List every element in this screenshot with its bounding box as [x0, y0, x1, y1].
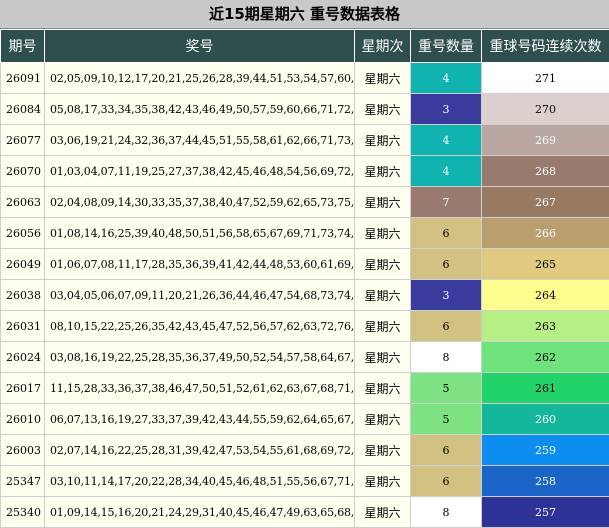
numbers-cell: 02,05,09,10,12,17,20,21,25,26,28,39,44,5… — [45, 63, 355, 94]
table-container: 近15期星期六 重号数据表格 期号 奖号 星期次 重号数量 重球号码连续次数 2… — [0, 0, 609, 527]
period-cell: 26049 — [1, 249, 45, 280]
repeat-count-cell: 6 — [411, 218, 482, 249]
period-cell: 25347 — [1, 466, 45, 497]
numbers-cell: 01,08,14,16,25,39,40,48,50,51,56,58,65,6… — [45, 218, 355, 249]
streak-cell: 261 — [482, 373, 609, 404]
numbers-cell: 11,15,28,33,36,37,38,46,47,50,51,52,61,6… — [45, 373, 355, 404]
table-header-row: 期号 奖号 星期次 重号数量 重球号码连续次数 — [1, 30, 609, 63]
streak-cell: 259 — [482, 435, 609, 466]
numbers-cell: 02,07,14,16,22,25,28,31,39,42,47,53,54,5… — [45, 435, 355, 466]
table-row: 2603803,04,05,06,07,09,11,20,21,26,36,44… — [1, 280, 609, 311]
period-cell: 25340 — [1, 497, 45, 528]
weekday-cell: 星期六 — [355, 435, 411, 466]
streak-cell: 260 — [482, 404, 609, 435]
streak-cell: 270 — [482, 94, 609, 125]
streak-cell: 266 — [482, 218, 609, 249]
weekday-cell: 星期六 — [355, 311, 411, 342]
weekday-cell: 星期六 — [355, 497, 411, 528]
table-row: 2607703,06,19,21,24,32,36,37,44,45,51,55… — [1, 125, 609, 156]
table-row: 2605601,08,14,16,25,39,40,48,50,51,56,58… — [1, 218, 609, 249]
weekday-cell: 星期六 — [355, 280, 411, 311]
table-row: 2606302,04,08,09,14,30,33,35,37,38,40,47… — [1, 187, 609, 218]
repeat-count-cell: 7 — [411, 187, 482, 218]
header-repeat-count: 重号数量 — [411, 30, 482, 63]
period-cell: 26070 — [1, 156, 45, 187]
numbers-cell: 01,03,04,07,11,19,25,27,37,38,42,45,46,4… — [45, 156, 355, 187]
weekday-cell: 星期六 — [355, 156, 411, 187]
repeat-count-cell: 5 — [411, 404, 482, 435]
repeat-count-cell: 3 — [411, 94, 482, 125]
table-row: 2601711,15,28,33,36,37,38,46,47,50,51,52… — [1, 373, 609, 404]
numbers-cell: 03,04,05,06,07,09,11,20,21,26,36,44,46,4… — [45, 280, 355, 311]
repeat-count-cell: 4 — [411, 125, 482, 156]
weekday-cell: 星期六 — [355, 187, 411, 218]
header-period: 期号 — [1, 30, 45, 63]
period-cell: 26091 — [1, 63, 45, 94]
weekday-cell: 星期六 — [355, 404, 411, 435]
period-cell: 26084 — [1, 94, 45, 125]
weekday-cell: 星期六 — [355, 373, 411, 404]
period-cell: 26031 — [1, 311, 45, 342]
numbers-cell: 02,04,08,09,14,30,33,35,37,38,40,47,52,5… — [45, 187, 355, 218]
streak-cell: 257 — [482, 497, 609, 528]
weekday-cell: 星期六 — [355, 125, 411, 156]
numbers-cell: 03,06,19,21,24,32,36,37,44,45,51,55,58,6… — [45, 125, 355, 156]
repeat-count-cell: 5 — [411, 373, 482, 404]
repeat-count-cell: 6 — [411, 435, 482, 466]
page-title: 近15期星期六 重号数据表格 — [0, 0, 609, 29]
weekday-cell: 星期六 — [355, 63, 411, 94]
header-weekday: 星期次 — [355, 30, 411, 63]
repeat-count-cell: 4 — [411, 63, 482, 94]
repeat-count-cell: 4 — [411, 156, 482, 187]
numbers-cell: 01,09,14,15,16,20,21,24,29,31,40,45,46,4… — [45, 497, 355, 528]
weekday-cell: 星期六 — [355, 94, 411, 125]
streak-cell: 262 — [482, 342, 609, 373]
period-cell: 26056 — [1, 218, 45, 249]
weekday-cell: 星期六 — [355, 218, 411, 249]
streak-cell: 269 — [482, 125, 609, 156]
header-streak: 重球号码连续次数 — [482, 30, 609, 63]
period-cell: 26077 — [1, 125, 45, 156]
period-cell: 26003 — [1, 435, 45, 466]
streak-cell: 263 — [482, 311, 609, 342]
table-row: 2534001,09,14,15,16,20,21,24,29,31,40,45… — [1, 497, 609, 528]
streak-cell: 268 — [482, 156, 609, 187]
table-row: 2608405,08,17,33,34,35,38,42,43,46,49,50… — [1, 94, 609, 125]
repeat-count-cell: 6 — [411, 249, 482, 280]
streak-cell: 265 — [482, 249, 609, 280]
numbers-cell: 01,06,07,08,11,17,28,35,36,39,41,42,44,4… — [45, 249, 355, 280]
repeat-number-table: 期号 奖号 星期次 重号数量 重球号码连续次数 2609102,05,09,10… — [0, 29, 609, 528]
table-row: 2609102,05,09,10,12,17,20,21,25,26,28,39… — [1, 63, 609, 94]
table-row: 2603108,10,15,22,25,26,35,42,43,45,47,52… — [1, 311, 609, 342]
numbers-cell: 05,08,17,33,34,35,38,42,43,46,49,50,57,5… — [45, 94, 355, 125]
streak-cell: 258 — [482, 466, 609, 497]
table-row: 2604901,06,07,08,11,17,28,35,36,39,41,42… — [1, 249, 609, 280]
period-cell: 26038 — [1, 280, 45, 311]
weekday-cell: 星期六 — [355, 342, 411, 373]
weekday-cell: 星期六 — [355, 466, 411, 497]
repeat-count-cell: 3 — [411, 280, 482, 311]
streak-cell: 271 — [482, 63, 609, 94]
repeat-count-cell: 8 — [411, 342, 482, 373]
numbers-cell: 03,08,16,19,22,25,28,35,36,37,49,50,52,5… — [45, 342, 355, 373]
numbers-cell: 06,07,13,16,19,27,33,37,39,42,43,44,55,5… — [45, 404, 355, 435]
repeat-count-cell: 6 — [411, 466, 482, 497]
repeat-count-cell: 8 — [411, 497, 482, 528]
streak-cell: 267 — [482, 187, 609, 218]
table-row: 2600302,07,14,16,22,25,28,31,39,42,47,53… — [1, 435, 609, 466]
table-row: 2534703,10,11,14,17,20,22,28,34,40,45,46… — [1, 466, 609, 497]
streak-cell: 264 — [482, 280, 609, 311]
numbers-cell: 08,10,15,22,25,26,35,42,43,45,47,52,56,5… — [45, 311, 355, 342]
table-row: 2602403,08,16,19,22,25,28,35,36,37,49,50… — [1, 342, 609, 373]
period-cell: 26017 — [1, 373, 45, 404]
weekday-cell: 星期六 — [355, 249, 411, 280]
numbers-cell: 03,10,11,14,17,20,22,28,34,40,45,46,48,5… — [45, 466, 355, 497]
period-cell: 26063 — [1, 187, 45, 218]
period-cell: 26010 — [1, 404, 45, 435]
period-cell: 26024 — [1, 342, 45, 373]
table-row: 2601006,07,13,16,19,27,33,37,39,42,43,44… — [1, 404, 609, 435]
table-row: 2607001,03,04,07,11,19,25,27,37,38,42,45… — [1, 156, 609, 187]
header-numbers: 奖号 — [45, 30, 355, 63]
repeat-count-cell: 6 — [411, 311, 482, 342]
